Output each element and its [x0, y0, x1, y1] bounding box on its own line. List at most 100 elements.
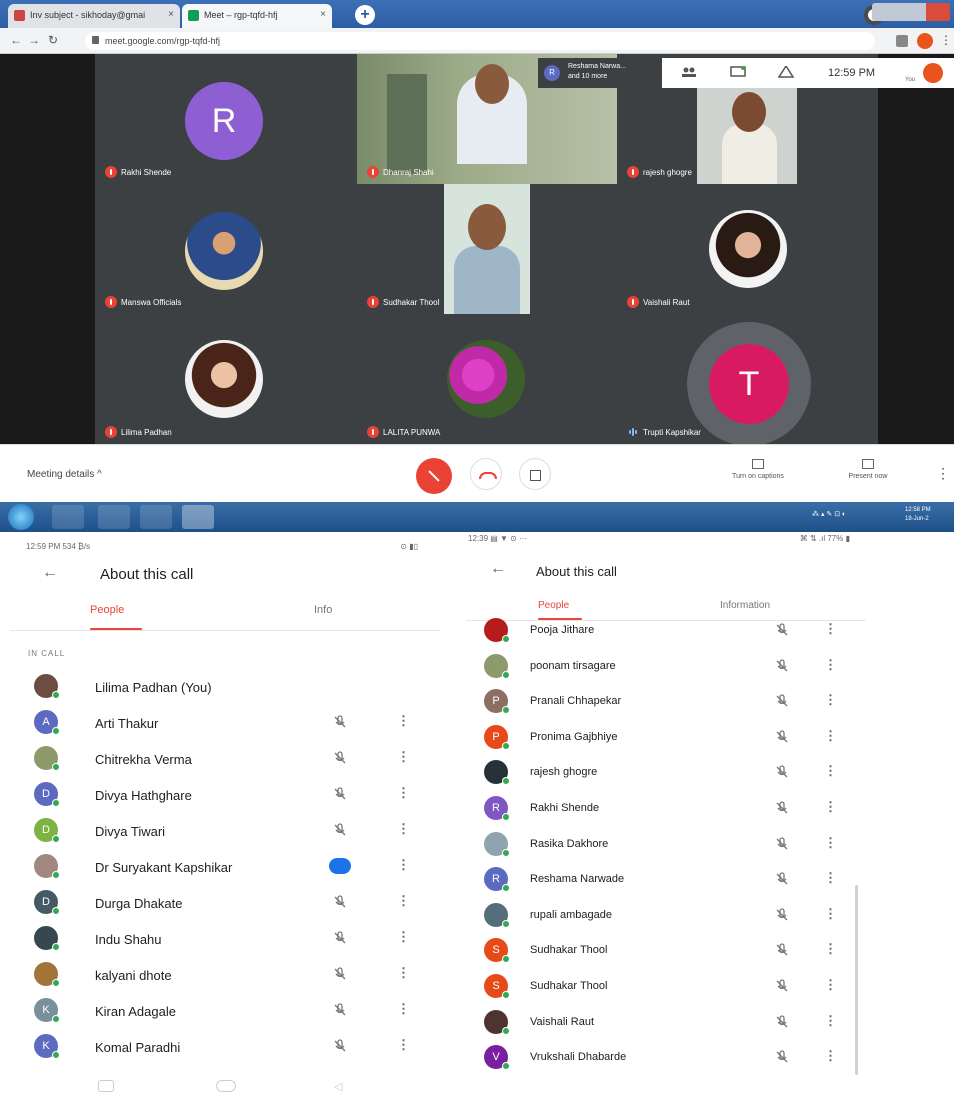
participant-row[interactable]: R Rakhi Shende ⋮	[466, 790, 886, 826]
reload-icon[interactable]: ↻	[48, 33, 58, 47]
participant-row[interactable]: A Arti Thakur ⋮	[0, 704, 440, 740]
tab-information[interactable]: Information	[720, 600, 770, 611]
folder-icon[interactable]	[98, 505, 130, 529]
mic-muted-icon[interactable]	[332, 714, 348, 730]
new-tab-button[interactable]: +	[355, 5, 375, 25]
participant-row[interactable]: Vaishali Raut ⋮	[466, 1004, 886, 1040]
tab-gmail[interactable]: Inv subject - sikhoday@gmai ×	[8, 4, 180, 28]
maximize-button[interactable]	[902, 3, 926, 21]
tab-info[interactable]: Info	[314, 604, 332, 616]
mic-muted-icon[interactable]	[774, 907, 790, 923]
participant-row[interactable]: D Divya Hathghare ⋮	[0, 776, 440, 812]
mic-muted-icon[interactable]	[332, 1002, 348, 1018]
more-options-icon[interactable]: ⋮	[824, 906, 837, 922]
participant-row[interactable]: Pooja Jithare ⋮	[466, 612, 886, 648]
participant-row[interactable]: V Vrukshali Dhabarde ⋮	[466, 1039, 886, 1075]
mic-muted-icon[interactable]	[332, 894, 348, 910]
mic-muted-icon[interactable]	[774, 658, 790, 674]
address-bar[interactable]: meet.google.com/rgp-tqfd-hfj	[85, 32, 875, 50]
more-options-icon[interactable]: ⋮	[824, 941, 837, 957]
mic-muted-icon[interactable]	[332, 1038, 348, 1054]
mic-muted-icon[interactable]	[774, 800, 790, 816]
close-window-button[interactable]	[926, 3, 950, 21]
more-options-icon[interactable]: ⋮	[824, 799, 837, 815]
meeting-details-button[interactable]: Meeting details ^	[27, 469, 102, 480]
back-arrow-icon[interactable]: ←	[42, 564, 58, 582]
more-options-icon[interactable]: ⋮	[824, 870, 837, 886]
media-player-icon[interactable]	[140, 505, 172, 529]
participant-row[interactable]: Indu Shahu ⋮	[0, 920, 440, 956]
chrome-icon[interactable]	[182, 505, 214, 529]
more-options-icon[interactable]: ⋮	[397, 893, 410, 909]
present-now-button[interactable]: Present now	[838, 459, 898, 480]
back-nav-icon[interactable]: ◁	[334, 1080, 350, 1093]
camera-toggle-button[interactable]	[519, 458, 551, 490]
more-options-icon[interactable]: ⋮	[824, 977, 837, 993]
participant-row[interactable]: Lilima Padhan (You)	[0, 668, 440, 704]
tab-meet[interactable]: Meet – rgp-tqfd-hfj ×	[182, 4, 332, 28]
close-icon[interactable]: ×	[320, 9, 326, 20]
participant-tile[interactable]: Vaishali Raut	[617, 184, 878, 314]
more-options-icon[interactable]: ⋮	[824, 1013, 837, 1029]
more-options-icon[interactable]: ⋮	[397, 785, 410, 801]
mic-toggle-button[interactable]	[416, 458, 452, 494]
participant-tile[interactable]: Manswa Officials	[95, 184, 357, 314]
captions-button[interactable]: Turn on captions	[718, 459, 798, 480]
participant-row[interactable]: S Sudhakar Thool ⋮	[466, 968, 886, 1004]
participant-row[interactable]: R Reshama Narwade ⋮	[466, 861, 886, 897]
ie-icon[interactable]	[52, 505, 84, 529]
mic-muted-icon[interactable]	[774, 764, 790, 780]
home-icon[interactable]	[216, 1080, 236, 1092]
participant-tile[interactable]: R Rakhi Shende	[95, 54, 357, 184]
participant-row[interactable]: rupali ambagade ⋮	[466, 897, 886, 933]
start-button[interactable]	[8, 504, 34, 530]
participant-row[interactable]: rajesh ghogre ⋮	[466, 754, 886, 790]
mic-muted-icon[interactable]	[774, 729, 790, 745]
activities-icon[interactable]	[778, 66, 794, 78]
presenting-indicator[interactable]: R Reshama Narwa... and 10 more	[538, 58, 662, 88]
mic-muted-icon[interactable]	[774, 836, 790, 852]
minimize-button[interactable]	[878, 3, 902, 21]
people-icon[interactable]	[681, 66, 697, 78]
more-options-icon[interactable]: ⋮	[397, 1001, 410, 1017]
mic-muted-icon[interactable]	[332, 822, 348, 838]
more-options-icon[interactable]: ⋮	[397, 1037, 410, 1053]
more-options-icon[interactable]: ⋮	[824, 835, 837, 851]
participant-row[interactable]: P Pranali Chhapekar ⋮	[466, 683, 886, 719]
participant-row[interactable]: Chitrekha Verma ⋮	[0, 740, 440, 776]
user-avatar[interactable]	[917, 33, 933, 49]
more-options-icon[interactable]: ⋮	[824, 1048, 837, 1064]
more-options-icon[interactable]: ⋮	[397, 821, 410, 837]
mic-muted-icon[interactable]	[332, 750, 348, 766]
more-options-icon[interactable]: ⋮	[397, 965, 410, 981]
participant-tile[interactable]: Lilima Padhan	[95, 314, 357, 444]
mic-muted-icon[interactable]	[332, 930, 348, 946]
back-arrow-icon[interactable]: ←	[490, 560, 506, 578]
hang-up-button[interactable]	[470, 458, 502, 490]
more-options-icon[interactable]: ⋮	[397, 749, 410, 765]
more-options-icon[interactable]: ⋮	[824, 621, 837, 637]
participant-tile[interactable]: LALITA PUNWA	[357, 314, 617, 444]
participant-row[interactable]: poonam tirsagare ⋮	[466, 648, 886, 684]
participant-tile[interactable]: T Trupti Kapshikar	[617, 314, 878, 444]
self-avatar[interactable]	[923, 63, 943, 83]
participant-row[interactable]: D Divya Tiwari ⋮	[0, 812, 440, 848]
mic-muted-icon[interactable]	[774, 622, 790, 638]
more-options-icon[interactable]: ⋮	[397, 857, 410, 873]
mic-muted-icon[interactable]	[332, 966, 348, 982]
mic-muted-icon[interactable]	[774, 1049, 790, 1065]
participant-row[interactable]: Dr Suryakant Kapshikar ⋮	[0, 848, 440, 884]
participant-row[interactable]: K Kiran Adagale ⋮	[0, 992, 440, 1028]
participant-row[interactable]: P Pronima Gajbhiye ⋮	[466, 719, 886, 755]
participant-tile[interactable]: Sudhakar Thool	[357, 184, 617, 314]
more-options-icon[interactable]: ⋮	[397, 929, 410, 945]
mic-muted-icon[interactable]	[774, 693, 790, 709]
tab-people[interactable]: People	[538, 600, 569, 611]
mic-muted-icon[interactable]	[774, 942, 790, 958]
more-options-icon[interactable]: ⋮	[397, 713, 410, 729]
more-options-icon[interactable]: ⋮	[824, 692, 837, 708]
more-options-icon[interactable]: ⋮	[824, 657, 837, 673]
participant-row[interactable]: K Komal Paradhi ⋮	[0, 1028, 440, 1064]
more-options-icon[interactable]: ⋮	[824, 728, 837, 744]
participant-row[interactable]: Rasika Dakhore ⋮	[466, 826, 886, 862]
